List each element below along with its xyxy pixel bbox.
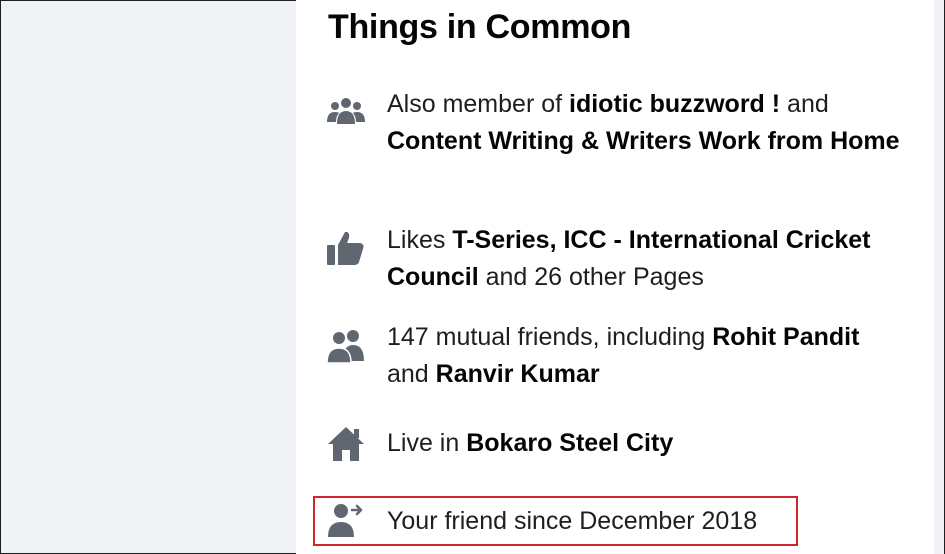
mutual-friends-text: 147 mutual friends, including Rohit Pand… — [387, 319, 917, 393]
lives-in-text: Live in Bokaro Steel City — [387, 425, 917, 462]
highlight-box — [313, 496, 798, 546]
likes-suffix: and 26 other Pages — [478, 263, 704, 291]
right-edge-area — [934, 0, 944, 554]
mutual-friends-icon — [326, 327, 366, 367]
thumbs-up-icon — [326, 228, 366, 268]
likes-prefix: Likes — [387, 226, 453, 254]
mutual-prefix: 147 mutual friends, including — [387, 323, 713, 351]
home-icon — [326, 424, 366, 464]
left-sidebar-area — [1, 1, 296, 553]
groups-icon — [326, 94, 366, 134]
group-link-idiotic-buzzword[interactable]: idiotic buzzword ! — [569, 90, 780, 118]
groups-prefix: Also member of — [387, 90, 570, 118]
things-in-common-card: Things in Common Also member of idiotic … — [296, 0, 934, 554]
groups-joiner: and — [780, 90, 829, 118]
friend-link-ranvir-kumar[interactable]: Ranvir Kumar — [436, 360, 600, 388]
section-title: Things in Common — [328, 8, 632, 46]
city-link-bokaro[interactable]: Bokaro Steel City — [466, 429, 673, 457]
common-likes-text: Likes T-Series, ICC - International Cric… — [387, 222, 917, 296]
mutual-joiner: and — [387, 360, 436, 388]
lives-in-prefix: Live in — [387, 429, 467, 457]
common-groups-text: Also member of idiotic buzzword ! and Co… — [387, 86, 917, 160]
friend-link-rohit-pandit[interactable]: Rohit Pandit — [712, 323, 859, 351]
group-link-content-writing[interactable]: Content Writing & Writers Work from Home — [387, 127, 900, 155]
